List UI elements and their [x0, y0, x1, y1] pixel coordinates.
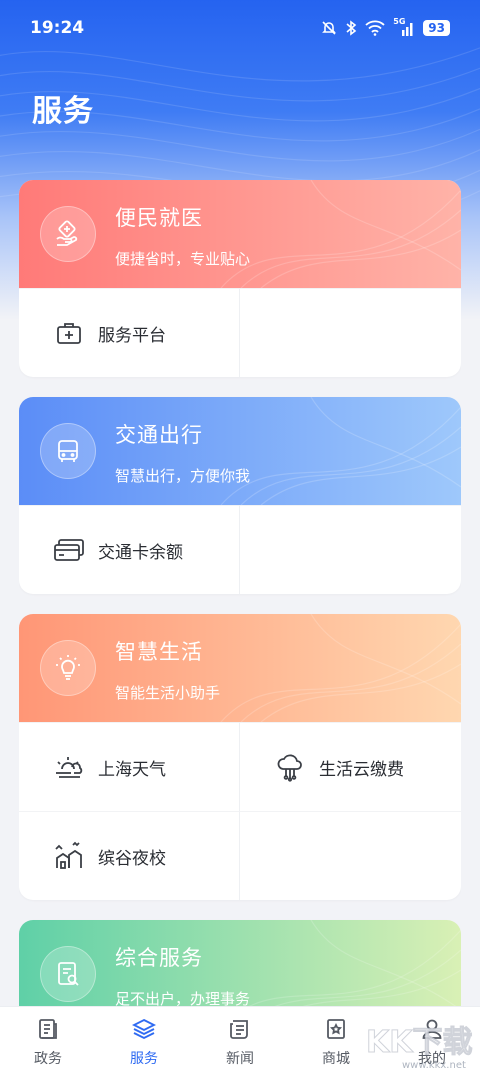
tab-label: 新闻 [226, 1051, 254, 1067]
battery-level: 93 [423, 20, 450, 36]
service-card: 便民就医便捷省时，专业贴心服务平台 [19, 180, 461, 377]
document-search-icon [40, 946, 96, 1002]
card-title: 智慧生活 [115, 640, 203, 664]
tab-label: 政务 [34, 1051, 62, 1067]
status-bar: 19:24 5G 93 [0, 0, 480, 56]
tab-2[interactable]: 新闻 [192, 1007, 288, 1072]
lightbulb-icon [40, 640, 96, 696]
svg-text:www.kkx.net: www.kkx.net [402, 1060, 466, 1071]
service-card: 交通出行智慧出行，方便你我交通卡余额 [19, 397, 461, 594]
tab-label: 服务 [130, 1051, 158, 1067]
cloud-pay-icon [274, 751, 306, 783]
service-item-label: 上海天气 [98, 759, 166, 780]
card-header[interactable]: 交通出行智慧出行，方便你我 [19, 397, 461, 505]
service-grid: 上海天气 生活云缴费缤谷夜校 [19, 722, 461, 900]
card-header[interactable]: 便民就医便捷省时，专业贴心 [19, 180, 461, 288]
tab-0[interactable]: 政务 [0, 1007, 96, 1072]
card-subtitle: 便捷省时，专业贴心 [115, 250, 251, 268]
empty-cell [240, 288, 461, 377]
card-header[interactable]: 智慧生活智能生活小助手 [19, 614, 461, 722]
news-icon [228, 1017, 252, 1045]
weather-icon [53, 751, 85, 783]
empty-cell [240, 505, 461, 594]
service-item-label: 缤谷夜校 [98, 848, 166, 869]
status-time: 19:24 [30, 18, 85, 38]
empty-cell [240, 811, 461, 900]
card-subtitle: 智慧出行，方便你我 [115, 467, 251, 485]
service-item-label: 交通卡余额 [98, 542, 183, 563]
card-title: 综合服务 [115, 946, 203, 970]
school-icon [53, 840, 85, 872]
bus-icon [40, 423, 96, 479]
page-title: 服务 [32, 94, 94, 129]
service-grid: 交通卡余额 [19, 505, 461, 594]
watermark-logo: KK下载 www.kkx.net [362, 1014, 480, 1072]
tab-1[interactable]: 服务 [96, 1007, 192, 1072]
service-item-label: 生活云缴费 [319, 759, 404, 780]
card-title: 便民就医 [115, 206, 203, 230]
service-item[interactable]: 服务平台 [19, 288, 240, 377]
bluetooth-icon [346, 20, 357, 36]
wifi-icon [365, 20, 385, 36]
service-item-label: 服务平台 [98, 325, 166, 346]
card-subtitle: 足不出户，办理事务 [115, 990, 251, 1006]
card-header[interactable]: 综合服务足不出户，办理事务 [19, 920, 461, 1006]
status-icons: 5G 93 [321, 17, 450, 36]
government-icon [36, 1017, 60, 1045]
svg-text:KK下载: KK下载 [366, 1025, 473, 1060]
service-item[interactable]: 上海天气 [19, 722, 240, 811]
medical-kit-icon [53, 317, 85, 349]
card-icon [53, 534, 85, 566]
services-list[interactable]: 便民就医 便捷省时，专业贴心 服务平台 交通出行 智慧出行，方便你我 交通卡余额 智慧生活智… [19, 180, 461, 1006]
service-item[interactable]: 缤谷夜校 [19, 811, 240, 900]
service-card: 智慧生活智能生活小助手上海天气 生活云缴费缤谷夜校 [19, 614, 461, 900]
mute-bell-icon [322, 21, 337, 35]
medical-hand-icon [40, 206, 96, 262]
layers-icon [131, 1017, 157, 1045]
service-item[interactable]: 交通卡余额 [19, 505, 240, 594]
service-grid: 服务平台 [19, 288, 461, 377]
signal-icon: 5G [393, 17, 415, 36]
service-card: 综合服务足不出户，办理事务 [19, 920, 461, 1006]
card-title: 交通出行 [115, 423, 203, 447]
service-item[interactable]: 生活云缴费 [240, 722, 461, 811]
shop-icon [324, 1017, 348, 1045]
tab-label: 商城 [322, 1051, 350, 1067]
card-subtitle: 智能生活小助手 [115, 684, 221, 702]
